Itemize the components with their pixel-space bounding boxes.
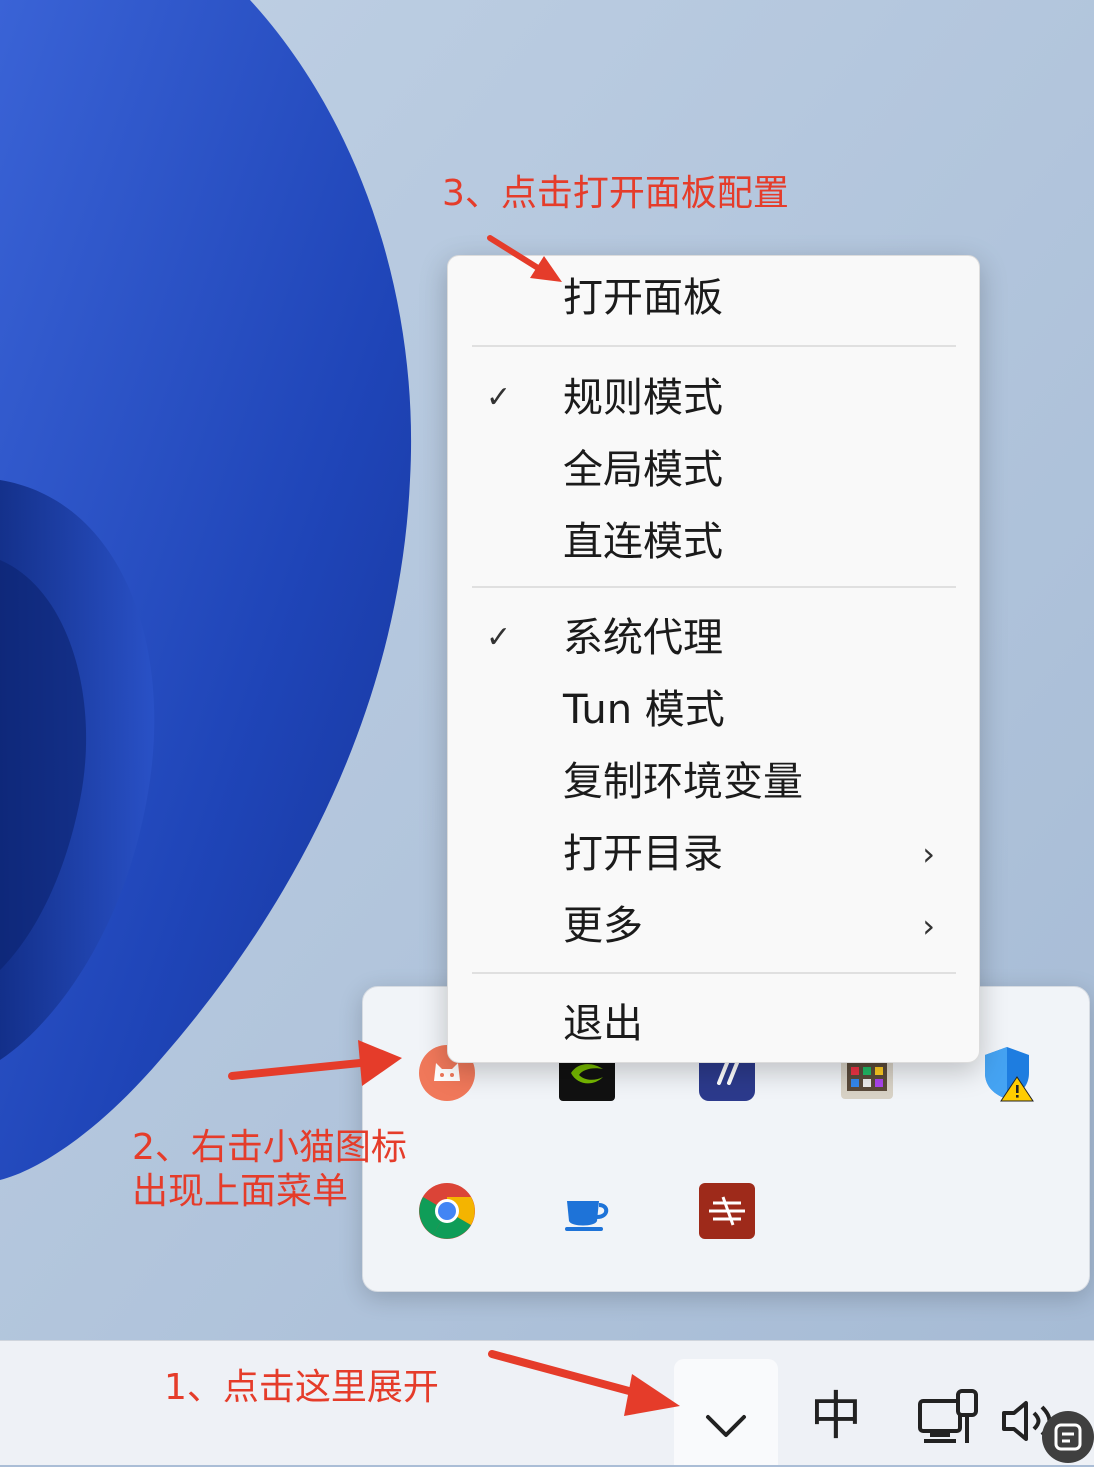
annotation-step-3: 3、点击打开面板配置 bbox=[442, 173, 789, 214]
menu-item-label: 打开面板 bbox=[563, 275, 723, 321]
menu-item-label: 打开目录 bbox=[563, 831, 723, 877]
check-icon: ✓ bbox=[486, 380, 512, 415]
annotation-step-1: 1、点击这里展开 bbox=[164, 1367, 439, 1408]
floating-assistant-button[interactable] bbox=[1042, 1411, 1094, 1463]
menu-item-copy-env[interactable]: 复制环境变量 bbox=[456, 750, 971, 814]
menu-separator bbox=[472, 586, 956, 588]
menu-item-rule-mode[interactable]: ✓ 规则模式 bbox=[456, 366, 971, 430]
network-icon[interactable] bbox=[916, 1389, 982, 1445]
menu-item-label: 全局模式 bbox=[563, 447, 723, 493]
annotation-step-2: 2、右击小猫图标 出现上面菜单 bbox=[132, 1127, 407, 1212]
chevron-up-icon bbox=[706, 1415, 746, 1437]
menu-item-system-proxy[interactable]: ✓ 系统代理 bbox=[456, 606, 971, 670]
menu-item-direct-mode[interactable]: 直连模式 bbox=[456, 510, 971, 574]
red-app-icon[interactable] bbox=[697, 1181, 757, 1241]
menu-separator bbox=[472, 345, 956, 347]
menu-item-label: 直连模式 bbox=[563, 519, 723, 565]
menu-item-global-mode[interactable]: 全局模式 bbox=[456, 438, 971, 502]
menu-separator bbox=[472, 972, 956, 974]
chrome-icon[interactable] bbox=[417, 1181, 477, 1241]
chevron-right-icon: › bbox=[922, 835, 935, 873]
tray-context-menu: 打开面板 ✓ 规则模式 全局模式 直连模式 ✓ 系统代理 Tun 模式 复制环境… bbox=[447, 255, 980, 1063]
check-icon: ✓ bbox=[486, 620, 512, 655]
menu-item-label: 复制环境变量 bbox=[563, 759, 803, 805]
menu-item-label: Tun 模式 bbox=[563, 687, 725, 733]
menu-item-label: 退出 bbox=[563, 1001, 643, 1047]
menu-item-label: 更多 bbox=[563, 903, 643, 949]
menu-item-open-panel[interactable]: 打开面板 bbox=[456, 266, 971, 330]
text-scan-icon bbox=[1054, 1423, 1082, 1451]
menu-item-label: 规则模式 bbox=[563, 375, 723, 421]
menu-item-label: 系统代理 bbox=[563, 615, 723, 661]
menu-item-quit[interactable]: 退出 bbox=[456, 992, 971, 1056]
chevron-right-icon: › bbox=[922, 907, 935, 945]
ime-indicator[interactable]: 中 bbox=[810, 1387, 862, 1447]
tea-cup-icon[interactable] bbox=[557, 1181, 617, 1241]
menu-item-open-directory[interactable]: 打开目录 › bbox=[456, 822, 971, 886]
security-shield-warning-icon[interactable] bbox=[977, 1043, 1037, 1103]
menu-item-more[interactable]: 更多 › bbox=[456, 894, 971, 958]
menu-item-tun-mode[interactable]: Tun 模式 bbox=[456, 678, 971, 742]
show-hidden-icons-button[interactable] bbox=[674, 1359, 778, 1465]
